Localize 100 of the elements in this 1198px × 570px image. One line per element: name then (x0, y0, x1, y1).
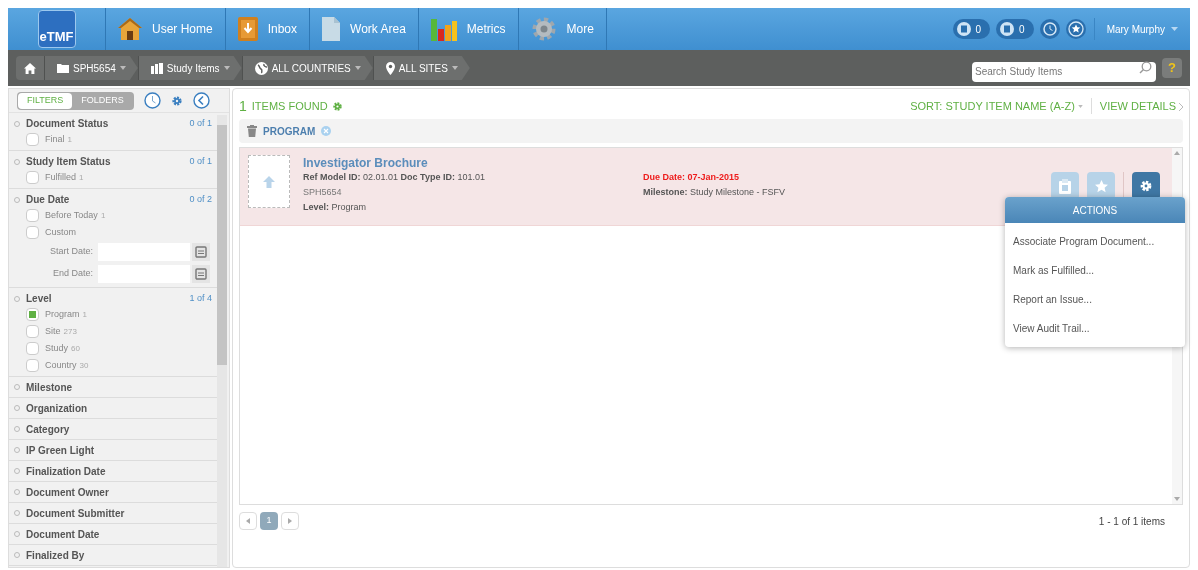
option-label[interactable]: Program 1 (45, 307, 87, 322)
item-title[interactable]: Investigator Brochure (303, 154, 643, 170)
next-page-button[interactable] (281, 512, 299, 530)
option-count: 1 (100, 210, 106, 220)
globe-icon (254, 61, 268, 75)
filter-title[interactable]: Level (26, 291, 190, 306)
calendar-icon[interactable] (192, 243, 210, 261)
clock-icon[interactable] (143, 92, 161, 109)
user-menu[interactable]: Mary Murphy (1094, 8, 1190, 50)
filter-title[interactable]: Category (26, 421, 70, 437)
filter-count: 1 of 4 (189, 291, 212, 305)
breadcrumb-item[interactable]: Study Items (137, 56, 242, 80)
checkbox[interactable] (26, 226, 39, 239)
up-arrow-icon (263, 175, 275, 188)
filter-title[interactable]: Due Date (26, 192, 190, 207)
filter-title[interactable]: Organization (26, 400, 88, 416)
favorite-button[interactable] (1087, 172, 1115, 200)
collapse-icon[interactable] (192, 92, 210, 109)
checkbox[interactable] (26, 325, 39, 338)
date-label: Start Date: (49, 245, 93, 259)
house-icon (118, 17, 142, 41)
option-count: 1 (82, 309, 87, 319)
counter-badge[interactable]: 0 (952, 19, 991, 39)
checkbox[interactable] (26, 171, 39, 184)
menu-item[interactable]: View Audit Trail... (1005, 314, 1185, 343)
option-count: 1 (67, 134, 72, 144)
scroll-down-icon[interactable] (1174, 497, 1180, 501)
clipboard-icon (956, 22, 971, 36)
option-count: 1 (79, 172, 84, 182)
date-label: End Date: (52, 267, 93, 281)
calendar-icon[interactable] (192, 265, 210, 283)
option-label[interactable]: Study 60 (45, 341, 80, 356)
filter-title[interactable]: IP Green Light (26, 442, 95, 458)
star-icon (1094, 179, 1108, 193)
trash-icon[interactable] (247, 125, 257, 137)
menu-item[interactable]: Associate Program Document... (1005, 227, 1185, 256)
filter-title[interactable]: Finalization Date (26, 463, 106, 479)
upload-area[interactable] (248, 155, 290, 208)
checkbox[interactable] (26, 209, 39, 222)
option-label[interactable]: Fulfilled 1 (45, 170, 84, 185)
caret-icon (1077, 105, 1083, 109)
breadcrumb-item[interactable]: ALL COUNTRIES (241, 56, 373, 80)
inbox-icon (237, 17, 258, 41)
option-label[interactable]: Site 273 (45, 324, 77, 339)
caret-icon (1171, 27, 1178, 31)
scrollbar[interactable] (217, 115, 227, 567)
gear-icon[interactable] (331, 100, 343, 112)
item-milestone: Milestone: Study Milestone - FSFV (643, 186, 786, 199)
filter-title[interactable]: Finalized By (26, 547, 85, 563)
pagination-summary: 1 - 1 of 1 items (1098, 514, 1166, 529)
menu-item[interactable]: Report an Issue... (1005, 285, 1185, 314)
caret-icon (119, 66, 126, 70)
breadcrumb-item[interactable]: ALL SITES (372, 56, 470, 80)
checkbox[interactable] (26, 342, 39, 355)
document-icon (322, 17, 341, 41)
home-crumb[interactable] (16, 56, 44, 80)
sort-dropdown[interactable]: SORT: STUDY ITEM NAME (A-Z) (910, 97, 1092, 115)
menu-item[interactable]: Mark as Fulfilled... (1005, 256, 1185, 285)
settings-button[interactable] (1132, 172, 1160, 200)
clipboard-icon (1059, 178, 1071, 194)
map-pin-icon (385, 61, 395, 75)
filter-title[interactable]: Document Owner (26, 484, 109, 500)
filter-title[interactable]: Document Date (26, 526, 100, 542)
clipboard-button[interactable] (1051, 172, 1079, 200)
breadcrumb-item[interactable]: SPH5654 (44, 56, 138, 80)
help-button[interactable]: ? (1162, 58, 1182, 78)
search-icon (1139, 61, 1152, 74)
star-icon[interactable] (1065, 19, 1086, 39)
counter-badge[interactable]: 0 (996, 19, 1034, 39)
etmf-logo[interactable]: eTMF (37, 10, 76, 48)
filter-title[interactable]: Document Status (26, 116, 190, 131)
option-label[interactable]: Custom (45, 225, 76, 240)
folder-icon (57, 63, 69, 73)
previous-page-button[interactable] (239, 512, 257, 530)
item-level: Level: Program (303, 201, 368, 214)
checkbox[interactable] (26, 359, 39, 372)
scroll-up-icon[interactable] (1174, 151, 1180, 155)
filter-count: 0 of 2 (189, 192, 212, 206)
caret-icon (354, 66, 361, 70)
remove-icon[interactable] (321, 126, 332, 136)
sidebar-tab[interactable]: FILTERS (18, 92, 73, 109)
filter-title[interactable]: Document Submitter (26, 505, 125, 521)
chevron-icon (1178, 102, 1183, 111)
view-details-link[interactable]: VIEW DETAILS (1091, 97, 1183, 115)
settings-icon[interactable] (170, 94, 183, 107)
books-icon (150, 62, 163, 74)
filter-count: 0 of 1 (189, 154, 212, 168)
left-arrow-icon (246, 518, 250, 524)
history-icon[interactable] (1039, 19, 1060, 39)
filter-title[interactable]: Milestone (26, 379, 73, 395)
checkbox[interactable] (26, 133, 39, 146)
gear-icon (530, 16, 557, 42)
caret-icon (451, 66, 458, 70)
option-label[interactable]: Before Today 1 (45, 208, 106, 223)
search-field[interactable]: Search Study Items (972, 61, 1156, 82)
checkbox[interactable] (26, 308, 39, 321)
option-label[interactable]: Final 1 (45, 132, 72, 147)
menu-title: ACTIONS (1005, 197, 1185, 223)
filter-title[interactable]: Study Item Status (26, 154, 190, 169)
option-count: 273 (63, 326, 77, 336)
